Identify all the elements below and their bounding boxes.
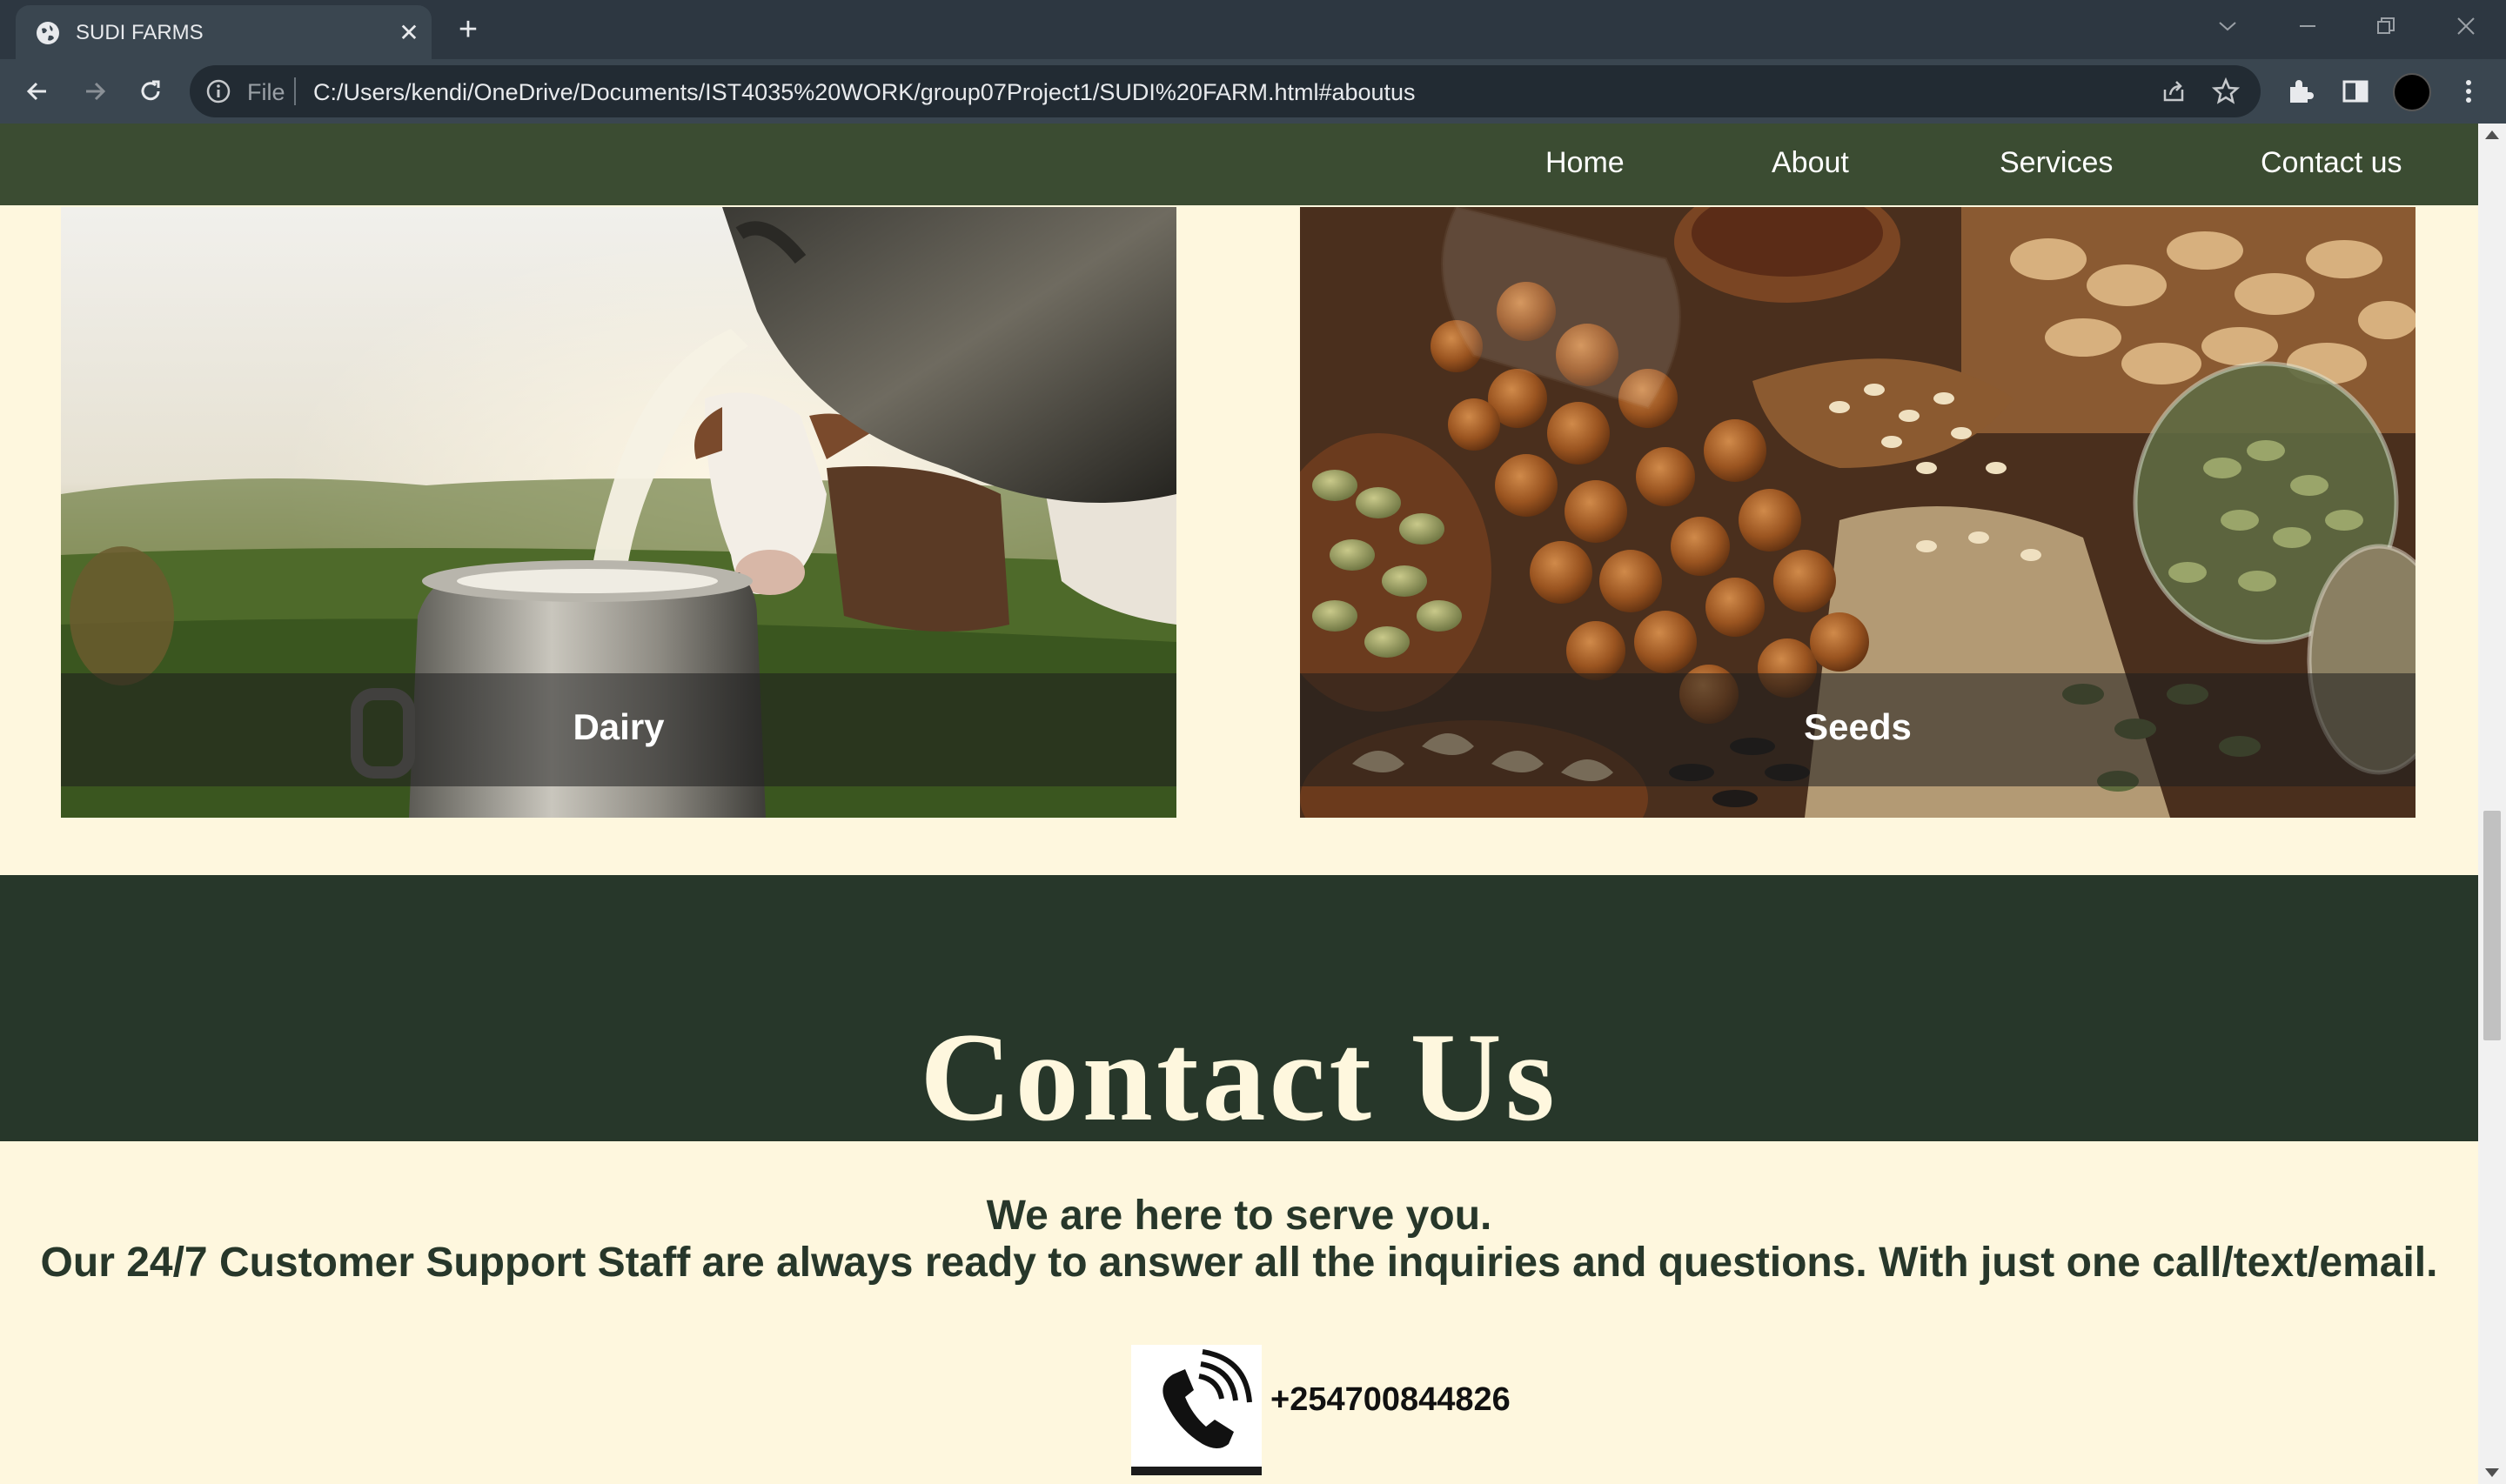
phone-number-link[interactable]: +254700844826	[1270, 1381, 1511, 1419]
dairy-label-bar: Dairy	[61, 673, 1176, 786]
nav-about-link[interactable]: About	[1772, 146, 1849, 180]
tab-title: SUDI FARMS	[76, 21, 204, 44]
web-page: Home About Services Contact us Dairy See…	[0, 124, 2478, 1484]
page-scrollbar[interactable]	[2478, 124, 2506, 1484]
restore-icon[interactable]	[2362, 7, 2410, 45]
new-tab-button[interactable]: +	[449, 10, 487, 49]
side-panel-icon[interactable]	[2339, 75, 2372, 108]
close-window-icon[interactable]	[2442, 7, 2490, 45]
scrollbar-thumb[interactable]	[2483, 811, 2501, 1040]
contact-tagline: We are here to serve you.	[986, 1193, 1492, 1239]
profile-avatar[interactable]	[2393, 73, 2431, 111]
tab-search-icon[interactable]	[2203, 7, 2252, 45]
url-text[interactable]: C:/Users/kendi/OneDrive/Documents/IST403…	[313, 79, 1416, 106]
extensions-puzzle-icon[interactable]	[2283, 75, 2316, 108]
bookmark-star-icon[interactable]	[2212, 77, 2240, 105]
browser-toolbar: File C:/Users/kendi/OneDrive/Documents/I…	[0, 59, 2506, 124]
globe-icon	[37, 22, 59, 44]
phone-icon-strip	[1131, 1467, 1262, 1475]
nav-services-link[interactable]: Services	[2000, 146, 2113, 180]
scroll-down-icon[interactable]	[2485, 1468, 2499, 1477]
nav-home-link[interactable]: Home	[1545, 146, 1625, 180]
info-icon[interactable]	[205, 78, 231, 104]
seeds-label-bar: Seeds	[1300, 673, 2416, 786]
address-bar[interactable]: File C:/Users/kendi/OneDrive/Documents/I…	[190, 65, 2261, 117]
dairy-label: Dairy	[573, 706, 665, 747]
minimize-icon[interactable]	[2283, 7, 2332, 45]
share-icon[interactable]	[2160, 77, 2188, 105]
seeds-card[interactable]: Seeds	[1300, 207, 2416, 818]
browser-tab[interactable]: SUDI FARMS ✕	[16, 5, 432, 61]
browser-tabstrip: SUDI FARMS ✕ +	[0, 0, 2506, 61]
divider	[294, 77, 296, 105]
dairy-card[interactable]: Dairy	[61, 207, 1176, 818]
contact-title: Contact Us	[920, 1006, 1558, 1147]
nav-contact-link[interactable]: Contact us	[2261, 146, 2402, 180]
reload-icon[interactable]	[131, 71, 171, 111]
back-icon[interactable]	[17, 71, 57, 111]
close-tab-icon[interactable]: ✕	[392, 16, 426, 50]
seeds-label: Seeds	[1804, 706, 1912, 747]
contact-description: Our 24/7 Customer Support Staff are alwa…	[40, 1240, 2438, 1286]
site-navbar: Home About Services Contact us	[0, 124, 2478, 205]
scroll-up-icon[interactable]	[2485, 130, 2499, 139]
contact-hero-band: Contact Us	[0, 875, 2478, 1147]
menu-kebab-icon[interactable]	[2452, 75, 2485, 108]
phone-icon	[1131, 1345, 1262, 1475]
site-info-label[interactable]: File	[247, 79, 285, 106]
forward-icon[interactable]	[75, 71, 115, 111]
